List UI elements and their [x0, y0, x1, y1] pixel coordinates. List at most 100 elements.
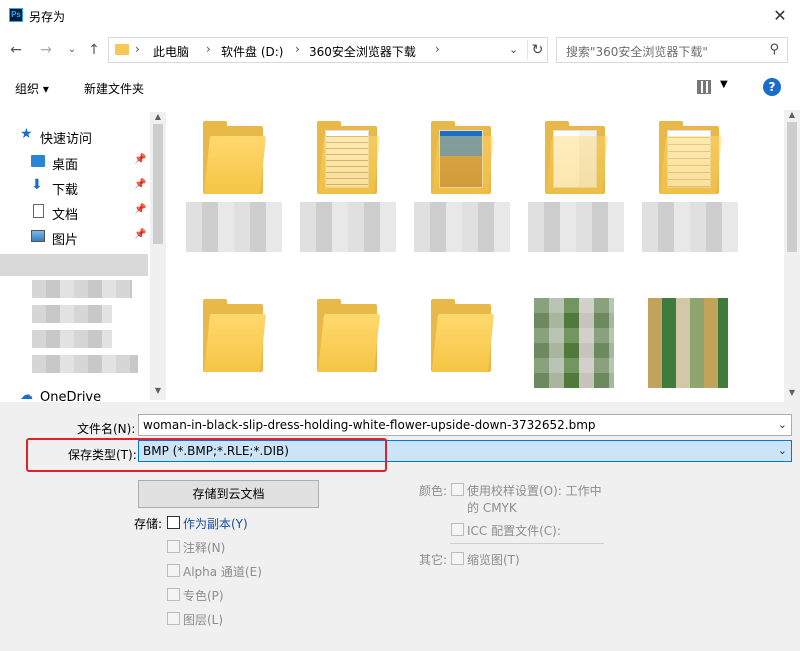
- filename-value: woman-in-black-slip-dress-holding-white-…: [143, 418, 596, 432]
- icc-profile-checkbox[interactable]: [451, 523, 464, 536]
- search-box[interactable]: 搜索"360安全浏览器下载" ⚲: [556, 37, 788, 63]
- file-item[interactable]: [292, 110, 402, 260]
- help-icon[interactable]: ?: [763, 78, 781, 96]
- new-folder-button[interactable]: 新建文件夹: [84, 80, 144, 97]
- pin-icon[interactable]: 📌: [134, 204, 146, 215]
- color-label: 颜色:: [419, 484, 448, 498]
- close-button[interactable]: ✕: [766, 4, 794, 28]
- address-dropdown-icon[interactable]: ⌄: [509, 43, 518, 56]
- file-item[interactable]: [406, 110, 516, 260]
- search-icon[interactable]: ⚲: [769, 42, 779, 57]
- blurred-image-thumbnail: [648, 298, 728, 388]
- notes-checkbox[interactable]: [167, 540, 180, 553]
- blurred-file-name: [528, 202, 624, 252]
- chevron-down-icon[interactable]: ⌄: [778, 444, 787, 457]
- filename-label: 文件名(N):: [77, 422, 136, 436]
- scrollbar-thumb[interactable]: [153, 124, 163, 244]
- thumbnail-label: 缩览图(T): [467, 553, 520, 567]
- pin-icon[interactable]: 📌: [134, 229, 146, 240]
- layers-checkbox[interactable]: [167, 612, 180, 625]
- search-input[interactable]: 搜索"360安全浏览器下载": [566, 43, 708, 60]
- folder-icon: [431, 121, 495, 194]
- back-arrow-icon[interactable]: ←: [6, 40, 26, 60]
- forward-arrow-icon[interactable]: →: [36, 40, 56, 60]
- pin-icon[interactable]: 📌: [134, 179, 146, 190]
- breadcrumb-drive-d[interactable]: 软件盘 (D:): [221, 43, 283, 60]
- blurred-nav-item[interactable]: [0, 254, 148, 276]
- nav-item-desktop[interactable]: 桌面 📌: [0, 150, 150, 174]
- layers-label: 图层(L): [183, 613, 224, 627]
- nav-item-label: 桌面: [52, 158, 79, 173]
- up-arrow-icon[interactable]: ↑: [84, 40, 104, 60]
- as-copy-label: 作为副本(Y): [183, 517, 248, 531]
- thumbnail-checkbox[interactable]: [451, 552, 464, 565]
- file-item[interactable]: [406, 288, 516, 402]
- file-item[interactable]: [634, 110, 744, 260]
- nav-item-downloads[interactable]: ⬇ 下载 📌: [0, 175, 150, 199]
- chevron-down-icon[interactable]: ⌄: [778, 418, 787, 431]
- scroll-down-icon[interactable]: ▼: [784, 388, 800, 400]
- scroll-up-icon[interactable]: ▲: [150, 112, 166, 124]
- folder-icon: [431, 299, 495, 372]
- file-list-scrollbar[interactable]: ▲ ▼: [784, 110, 800, 402]
- scrollbar-thumb[interactable]: [787, 122, 797, 252]
- document-icon: [33, 204, 44, 218]
- blurred-image-thumbnail: [534, 298, 614, 388]
- nav-item-label: 图片: [52, 233, 79, 248]
- star-icon: ★: [20, 126, 33, 142]
- view-dropdown-icon[interactable]: ▼: [720, 79, 728, 90]
- file-list: [168, 110, 784, 402]
- file-item[interactable]: [178, 110, 288, 260]
- chevron-right-icon[interactable]: ›: [295, 42, 300, 56]
- file-item[interactable]: [178, 288, 288, 402]
- organize-button[interactable]: 组织 ▾: [15, 80, 49, 97]
- proof-setup-checkbox[interactable]: [451, 483, 464, 496]
- pin-icon[interactable]: 📌: [134, 154, 146, 165]
- breadcrumb-download-folder[interactable]: 360安全浏览器下载: [309, 43, 416, 60]
- cloud-icon: ☁: [20, 388, 33, 402]
- nav-item-label: 文档: [52, 208, 79, 223]
- command-toolbar: 组织 ▾ 新建文件夹 ▼: [0, 72, 800, 104]
- scroll-down-icon[interactable]: ▼: [150, 386, 166, 398]
- nav-item-quick-access[interactable]: ★ 快速访问: [0, 124, 150, 148]
- folder-icon: [203, 121, 267, 194]
- save-to-cloud-button[interactable]: 存储到云文档: [138, 480, 319, 508]
- address-box[interactable]: › 此电脑 › 软件盘 (D:) › 360安全浏览器下载 › ⌄ ↻: [108, 37, 548, 63]
- desktop-icon: [31, 155, 45, 167]
- nav-item-onedrive[interactable]: ☁ OneDrive: [0, 386, 150, 402]
- blurred-nav-item[interactable]: [32, 280, 132, 298]
- chevron-right-icon[interactable]: ›: [435, 42, 440, 56]
- blurred-nav-item[interactable]: [32, 355, 138, 373]
- nav-item-documents[interactable]: 文档 📌: [0, 200, 150, 224]
- nav-scrollbar[interactable]: ▲ ▼: [150, 112, 166, 400]
- file-item[interactable]: [292, 288, 402, 402]
- blurred-file-name: [186, 202, 282, 252]
- breadcrumb-this-pc[interactable]: 此电脑: [153, 43, 189, 60]
- nav-item-label: 下载: [52, 183, 79, 198]
- blurred-nav-item[interactable]: [32, 305, 112, 323]
- image-file-item[interactable]: [520, 288, 630, 402]
- folder-icon: [203, 299, 267, 372]
- view-options-icon[interactable]: [697, 80, 711, 94]
- icc-profile-label: ICC 配置文件(C):: [467, 524, 561, 538]
- image-file-item[interactable]: [634, 288, 744, 402]
- proof-setup-label-continued: 的 CMYK: [467, 501, 517, 515]
- notes-label: 注释(N): [183, 541, 226, 555]
- folder-icon: [545, 121, 609, 194]
- as-copy-checkbox[interactable]: [167, 516, 180, 529]
- other-label: 其它:: [419, 553, 448, 567]
- refresh-icon[interactable]: ↻: [527, 40, 547, 60]
- blurred-file-name: [414, 202, 510, 252]
- chevron-right-icon[interactable]: ›: [135, 42, 140, 56]
- chevron-right-icon[interactable]: ›: [206, 42, 211, 56]
- nav-item-pictures[interactable]: 图片 📌: [0, 225, 150, 249]
- recent-locations-chevron-icon[interactable]: ⌄: [62, 40, 82, 60]
- file-item[interactable]: [520, 110, 630, 260]
- alpha-channel-checkbox[interactable]: [167, 564, 180, 577]
- scroll-up-icon[interactable]: ▲: [784, 110, 800, 122]
- title-bar: Ps 另存为 ✕: [0, 0, 800, 32]
- filename-input[interactable]: woman-in-black-slip-dress-holding-white-…: [138, 414, 792, 436]
- blurred-nav-item[interactable]: [32, 330, 112, 348]
- spot-color-checkbox[interactable]: [167, 588, 180, 601]
- highlight-annotation-box: [26, 438, 387, 472]
